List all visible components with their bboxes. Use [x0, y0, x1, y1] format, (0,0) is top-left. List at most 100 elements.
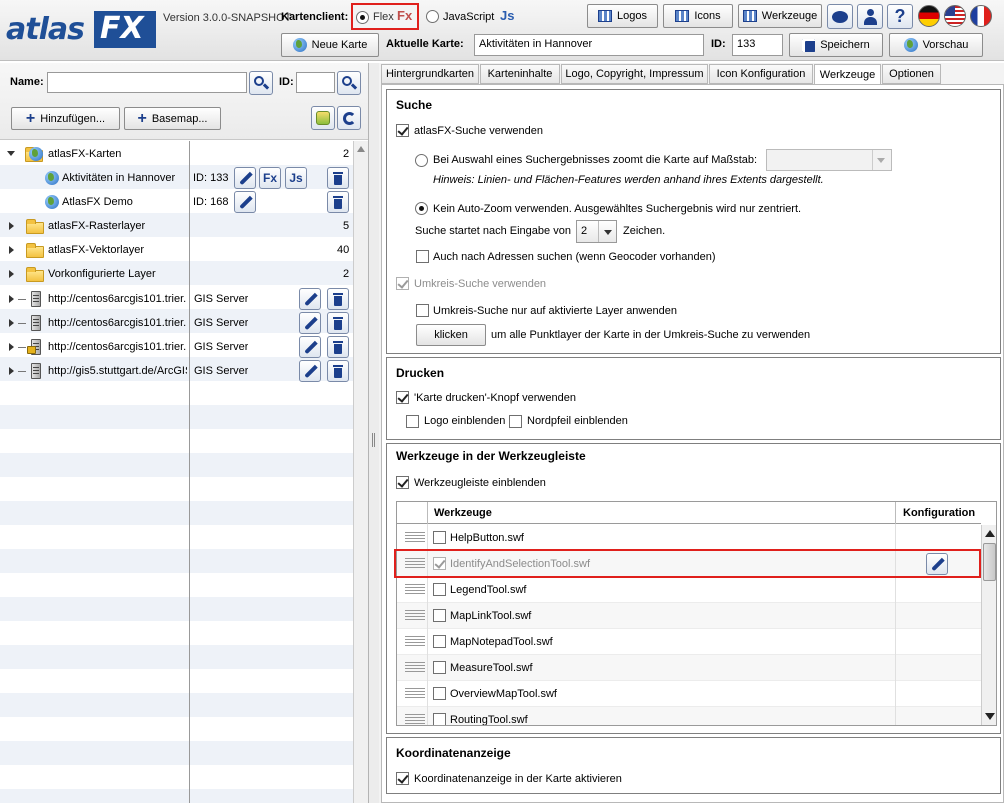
expand-arrow-icon[interactable] [9, 367, 14, 375]
expand-arrow-icon[interactable] [7, 151, 15, 156]
edit-pencil-icon[interactable] [299, 288, 321, 310]
tree-node-server[interactable]: http://centos6arcgis101.trier. GIS Serve… [0, 287, 353, 311]
drag-handle-icon[interactable] [405, 584, 425, 596]
open-js-button[interactable]: Js [285, 167, 307, 189]
panel-splitter[interactable] [369, 63, 379, 803]
edit-pencil-icon[interactable] [299, 336, 321, 358]
drag-handle-icon[interactable] [405, 610, 425, 622]
icons-button[interactable]: Icons [663, 4, 733, 28]
tree-node-server-secured[interactable]: http://centos6arcgis101.trier. GIS Serve… [0, 335, 353, 359]
tool-row[interactable]: RoutingTool.swf [397, 707, 981, 725]
tools-grid-scrollbar[interactable] [981, 525, 996, 725]
klicken-button[interactable]: klicken [416, 324, 486, 346]
tool-row[interactable]: MapLinkTool.swf [397, 603, 981, 629]
tab-optionen[interactable]: Optionen [882, 64, 941, 84]
scroll-down-icon[interactable] [985, 713, 995, 720]
address-search-checkbox[interactable] [416, 250, 429, 263]
speichern-button[interactable]: Speichern [789, 33, 883, 57]
flex-client-option[interactable]: Flex Fx [351, 3, 419, 30]
col-konfiguration-header[interactable]: Konfiguration [903, 507, 975, 519]
delete-trash-icon[interactable] [327, 288, 349, 310]
expand-arrow-icon[interactable] [9, 343, 14, 351]
no-autozoom-radio[interactable] [415, 202, 428, 215]
edit-pencil-icon[interactable] [234, 167, 256, 189]
tab-karteninhalte[interactable]: Karteninhalte [480, 64, 560, 84]
aktuelle-karte-input[interactable]: Aktivitäten in Hannover [474, 34, 704, 56]
scroll-thumb[interactable] [983, 543, 996, 581]
scroll-up-icon[interactable] [985, 530, 995, 537]
name-search-button[interactable] [249, 71, 273, 95]
drag-handle-icon[interactable] [405, 636, 425, 648]
expand-arrow-icon[interactable] [9, 319, 14, 327]
add-button[interactable]: + Hinzufügen... [11, 107, 120, 130]
coordinates-checkbox[interactable] [396, 772, 409, 785]
north-arrow-checkbox[interactable] [509, 415, 522, 428]
tool-checkbox[interactable] [433, 557, 446, 570]
tree-node-server[interactable]: http://centos6arcgis101.trier. GIS Serve… [0, 311, 353, 335]
delete-trash-icon[interactable] [327, 167, 349, 189]
tab-logo-copyright[interactable]: Logo, Copyright, Impressum [561, 64, 708, 84]
drag-handle-icon[interactable] [405, 662, 425, 674]
tool-checkbox[interactable] [433, 531, 446, 544]
tool-checkbox[interactable] [433, 661, 446, 674]
zoom-scale-select[interactable] [766, 149, 892, 171]
logos-button[interactable]: Logos [587, 4, 658, 28]
show-toolbar-checkbox[interactable] [396, 476, 409, 489]
expand-arrow-icon[interactable] [9, 222, 14, 230]
umkreis-checkbox[interactable] [396, 277, 409, 290]
tree-node-map-demo[interactable]: AtlasFX Demo ID: 168 [0, 190, 353, 214]
tree-node-vorkonfigurierte[interactable]: Vorkonfigurierte Layer 2 [0, 262, 353, 286]
neue-karte-button[interactable]: Neue Karte [281, 33, 379, 57]
drag-handle-icon[interactable] [405, 688, 425, 700]
user-button[interactable] [857, 4, 883, 29]
delete-trash-icon[interactable] [327, 360, 349, 382]
tool-checkbox[interactable] [433, 635, 446, 648]
help-button[interactable]: ? [887, 4, 913, 29]
logo-checkbox[interactable] [406, 415, 419, 428]
edit-pencil-icon[interactable] [299, 312, 321, 334]
tool-checkbox[interactable] [433, 609, 446, 622]
german-flag-icon[interactable] [918, 5, 940, 27]
werkzeuge-header-button[interactable]: Werkzeuge [738, 4, 822, 28]
tab-werkzeuge[interactable]: Werkzeuge [814, 64, 881, 85]
edit-pencil-icon[interactable] [299, 360, 321, 382]
expand-arrow-icon[interactable] [9, 295, 14, 303]
expand-arrow-icon[interactable] [9, 246, 14, 254]
tree-node-vektorlayer[interactable]: atlasFX-Vektorlayer 40 [0, 238, 353, 262]
edit-pencil-icon[interactable] [926, 553, 948, 575]
current-id-input[interactable]: 133 [732, 34, 783, 56]
tab-icon-konfiguration[interactable]: Icon Konfiguration [709, 64, 813, 84]
french-flag-icon[interactable] [970, 5, 992, 27]
tool-checkbox[interactable] [433, 687, 446, 700]
id-filter-input[interactable] [296, 72, 335, 93]
open-flex-button[interactable]: Fx [259, 167, 281, 189]
print-button-checkbox[interactable] [396, 391, 409, 404]
flex-radio[interactable] [356, 11, 369, 24]
tool-checkbox[interactable] [433, 583, 446, 596]
id-search-button[interactable] [337, 71, 361, 95]
basemap-button[interactable]: + Basemap... [124, 107, 221, 130]
name-filter-input[interactable] [47, 72, 247, 93]
col-werkzeuge-header[interactable]: Werkzeuge [434, 507, 492, 519]
use-search-checkbox[interactable] [396, 124, 409, 137]
tree-scrollbar[interactable] [353, 141, 368, 803]
check-layers-button[interactable] [311, 106, 335, 130]
tool-row[interactable]: OverviewMapTool.swf [397, 681, 981, 707]
tool-row[interactable]: HelpButton.swf [397, 525, 981, 551]
refresh-button[interactable] [337, 106, 361, 130]
us-flag-icon[interactable] [944, 5, 966, 27]
expand-arrow-icon[interactable] [9, 270, 14, 278]
umkreis-active-checkbox[interactable] [416, 304, 429, 317]
tab-hintergrundkarten[interactable]: Hintergrundkarten [381, 64, 479, 84]
delete-trash-icon[interactable] [327, 336, 349, 358]
drag-handle-icon[interactable] [405, 714, 425, 725]
vorschau-button[interactable]: Vorschau [889, 33, 983, 57]
delete-trash-icon[interactable] [327, 312, 349, 334]
drag-handle-icon[interactable] [405, 558, 425, 570]
edit-pencil-icon[interactable] [234, 191, 256, 213]
zoom-scale-radio[interactable] [415, 154, 428, 167]
tree-node-server[interactable]: http://gis5.stuttgart.de/ArcGIS GIS Serv… [0, 359, 353, 383]
search-start-select[interactable]: 2 [576, 220, 617, 243]
tree-node-map-hannover[interactable]: Aktivitäten in Hannover ID: 133 Fx Js [0, 166, 353, 190]
drag-handle-icon[interactable] [405, 532, 425, 544]
